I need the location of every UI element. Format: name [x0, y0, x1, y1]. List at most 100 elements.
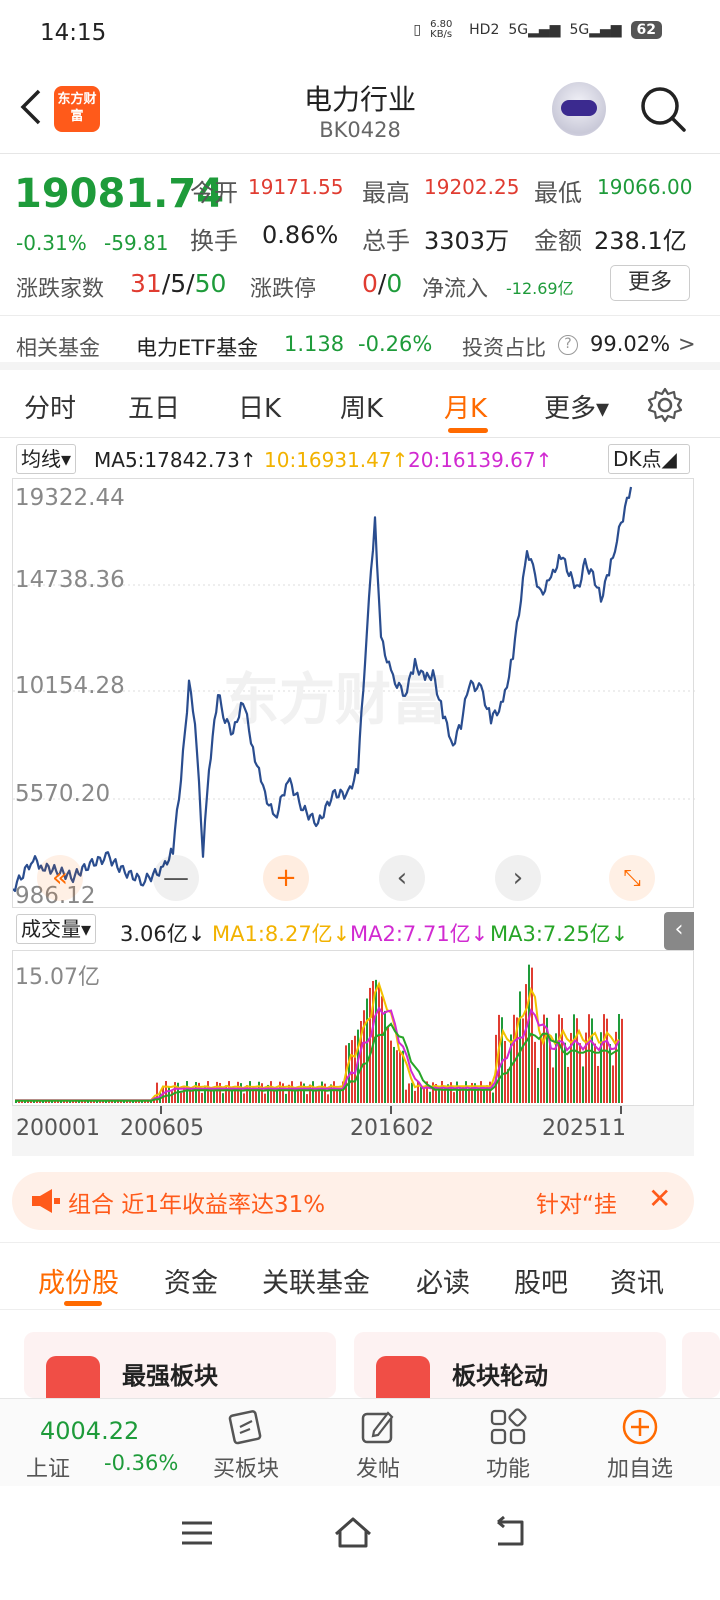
tab-funds-flow[interactable]: 资金 — [164, 1261, 218, 1300]
zoom-out-button[interactable]: — — [153, 855, 199, 901]
volume-chart[interactable]: 15.07亿 — [12, 950, 694, 1106]
limit-label: 涨跌停 — [250, 277, 317, 302]
volume-bar — [375, 979, 377, 1103]
more-button[interactable]: 更多 — [610, 265, 690, 301]
zoom-in-button[interactable]: + — [263, 855, 309, 901]
limit-down: 0 — [386, 269, 403, 298]
x-axis: 200001 200605 201602 202511 — [12, 1106, 694, 1156]
card-sector-rotation[interactable]: 板块轮动 — [354, 1332, 666, 1398]
prev-button[interactable]: ‹ — [379, 855, 425, 901]
vol-ma1: MA1:8.27亿↓ — [212, 922, 351, 946]
tab-constituents[interactable]: 成份股 — [38, 1261, 119, 1300]
search-button[interactable] — [638, 84, 688, 134]
volume-bar — [573, 1014, 575, 1103]
add-circle-icon — [622, 1409, 658, 1445]
functions-button[interactable]: 功能 — [458, 1399, 558, 1487]
tab-daily-k[interactable]: 日K — [238, 388, 281, 425]
next-button[interactable]: › — [495, 855, 541, 901]
volume-bar — [519, 991, 521, 1103]
rewind-button[interactable]: « — [37, 855, 83, 901]
amount-value: 238.1亿 — [594, 227, 687, 255]
card-strongest-sector[interactable]: 最强板块 — [24, 1332, 336, 1398]
tab-forum[interactable]: 股吧 — [514, 1261, 568, 1300]
volume-bar — [558, 1014, 560, 1103]
menu-icon[interactable] — [172, 1508, 222, 1558]
volume-bar — [591, 1018, 593, 1103]
volume-bar — [216, 1081, 218, 1103]
volume-bar — [339, 1089, 341, 1103]
dk-point-button[interactable]: DK点◢ — [608, 444, 690, 474]
tab-must-read[interactable]: 必读 — [416, 1261, 470, 1300]
volume-bar — [228, 1081, 230, 1103]
y-tick-4: 5570.20 — [15, 781, 111, 807]
home-icon[interactable] — [328, 1508, 378, 1558]
settings-button[interactable] — [646, 386, 684, 424]
header: 东方财富 电力行业 BK0428 — [0, 68, 720, 154]
volume-axis-max: 15.07亿 — [15, 965, 100, 990]
volume-bar — [258, 1081, 260, 1103]
tab-more[interactable]: 更多▾ — [544, 388, 609, 425]
y-tick-3: 10154.28 — [15, 673, 125, 699]
price-chart[interactable]: 东方财富 19322.44 14738.36 10154.28 5570.20 … — [12, 478, 695, 909]
low-label: 最低 — [534, 179, 582, 207]
volume-bar — [300, 1081, 302, 1103]
close-icon[interactable]: ✕ — [648, 1182, 671, 1215]
card-title: 板块轮动 — [452, 1362, 548, 1390]
volume-bar — [456, 1081, 458, 1103]
back-nav-icon[interactable] — [484, 1508, 534, 1558]
fullscreen-button[interactable]: ⤡ — [609, 855, 655, 901]
volume-bar — [420, 1086, 422, 1103]
collapse-panel-button[interactable]: ‹ — [664, 912, 694, 950]
assistant-avatar-icon[interactable] — [552, 82, 606, 136]
volume-bar — [567, 1066, 569, 1103]
volume-bar — [492, 1092, 494, 1103]
search-icon — [641, 87, 686, 132]
fund-name: 电力ETF基金 — [136, 336, 259, 360]
promo-banner[interactable]: 组合 近1年收益率达31% 针对“挂 ✕ — [12, 1172, 694, 1230]
breadth-label: 涨跌家数 — [16, 277, 105, 302]
related-fund-row[interactable]: 相关基金 电力ETF基金 1.138 -0.26% 投资占比 ? 99.02% … — [0, 315, 720, 370]
promo-text: 组合 近1年收益率达31% — [68, 1192, 326, 1218]
indicator-select[interactable]: 均线▾ — [16, 444, 77, 474]
volume-select[interactable]: 成交量▾ — [16, 914, 97, 944]
volume-bar — [312, 1081, 314, 1103]
volume-bar — [369, 987, 371, 1103]
volume-value: 3303万 — [424, 227, 510, 255]
volume-bar — [399, 1051, 401, 1103]
buy-sector-button[interactable]: 买板块 — [196, 1399, 296, 1487]
tab-intraday[interactable]: 分时 — [24, 388, 76, 425]
tab-monthly-k[interactable]: 月K — [444, 388, 487, 425]
volume-bar — [249, 1081, 251, 1103]
volume-bar — [540, 1033, 542, 1103]
index-quote[interactable]: 4004.22 上证 -0.36% — [0, 1399, 196, 1487]
volume-bar — [327, 1094, 329, 1103]
volume-bar — [393, 1046, 395, 1103]
volume-bar — [192, 1090, 194, 1103]
status-time: 14:15 — [40, 20, 107, 46]
volume-bar — [408, 1083, 410, 1103]
card-partial[interactable] — [682, 1332, 720, 1398]
open-label: 今开 — [190, 179, 238, 207]
post-button[interactable]: 发帖 — [328, 1399, 428, 1487]
help-icon[interactable]: ? — [558, 335, 578, 355]
card-title: 最强板块 — [122, 1362, 218, 1390]
amount-label: 金额 — [534, 227, 582, 255]
tab-news[interactable]: 资讯 — [610, 1261, 664, 1300]
tab-weekly-k[interactable]: 周K — [340, 388, 383, 425]
volume-bar — [186, 1081, 188, 1103]
volume-bar — [306, 1094, 308, 1103]
tab-related-funds[interactable]: 关联基金 — [262, 1261, 370, 1300]
volume-bar — [201, 1092, 203, 1103]
volume-bar — [279, 1081, 281, 1103]
volume-bar — [285, 1093, 287, 1103]
breadth-values: 31/5/50 — [130, 269, 227, 298]
period-tabs: 分时 五日 日K 周K 月K 更多▾ — [0, 372, 720, 438]
double-chevron-left-icon: « — [52, 863, 68, 893]
volume-bar — [543, 1014, 545, 1103]
high-value: 19202.25 — [424, 175, 520, 199]
add-watchlist-button[interactable]: 加自选 — [590, 1399, 690, 1487]
volume-bar — [333, 1081, 335, 1103]
bottom-toolbar: 4004.22 上证 -0.36% 买板块 发帖 功能 加自选 — [0, 1398, 720, 1486]
tab-five-day[interactable]: 五日 — [128, 388, 180, 425]
netflow-label: 净流入 — [422, 277, 489, 302]
